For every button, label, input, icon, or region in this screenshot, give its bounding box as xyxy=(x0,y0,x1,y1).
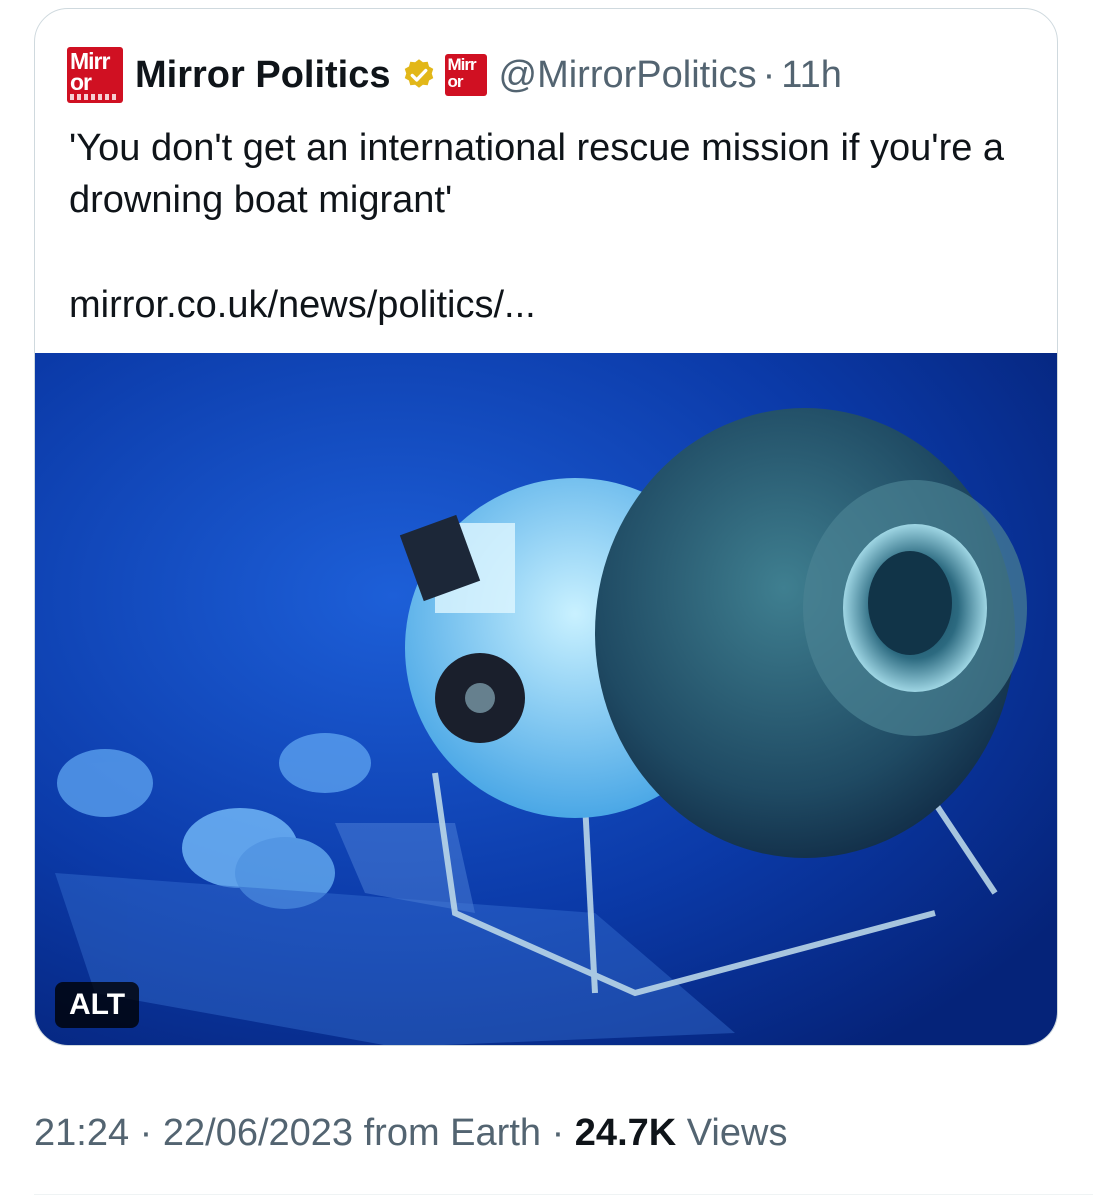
footer-separator: · xyxy=(551,1112,565,1154)
verified-badge-icon xyxy=(404,59,433,88)
author-name[interactable]: Mirror Politics xyxy=(135,54,391,97)
views-count[interactable]: 24.7K xyxy=(575,1112,676,1154)
affiliate-badge-icon: Mirr or xyxy=(444,54,487,96)
avatar-logo-bars xyxy=(70,94,118,100)
submersible-photo[interactable] xyxy=(35,353,1058,1046)
footer-separator: · xyxy=(139,1112,153,1154)
tweet-metadata: 21:24 · 22/06/2023 from Earth · 24.7K Vi… xyxy=(34,1112,787,1155)
avatar[interactable]: Mirr or xyxy=(67,47,123,103)
author-handle[interactable]: @MirrorPolitics xyxy=(499,54,757,97)
views-label: Views xyxy=(686,1112,788,1154)
affiliate-logo-text-bottom: or xyxy=(447,72,464,91)
divider xyxy=(34,1194,1093,1195)
avatar-logo-text-bottom: or xyxy=(70,69,92,95)
post-time[interactable]: 21:24 xyxy=(34,1112,129,1154)
post-date[interactable]: 22/06/2023 xyxy=(163,1112,353,1154)
tweet-text: 'You don't get an international rescue m… xyxy=(69,127,1005,221)
tweet-card[interactable]: Mirr or Mirror Politics Mirr or @MirrorP… xyxy=(34,8,1058,1046)
tweet-time[interactable]: 11h xyxy=(781,54,842,97)
tweet-link[interactable]: mirror.co.uk/news/politics/... xyxy=(69,284,536,327)
post-source: from Earth xyxy=(363,1112,542,1154)
alt-text-badge[interactable]: ALT xyxy=(55,982,140,1028)
tweet-header: Mirr or Mirror Politics Mirr or @MirrorP… xyxy=(67,45,842,105)
header-separator: · xyxy=(762,53,776,96)
